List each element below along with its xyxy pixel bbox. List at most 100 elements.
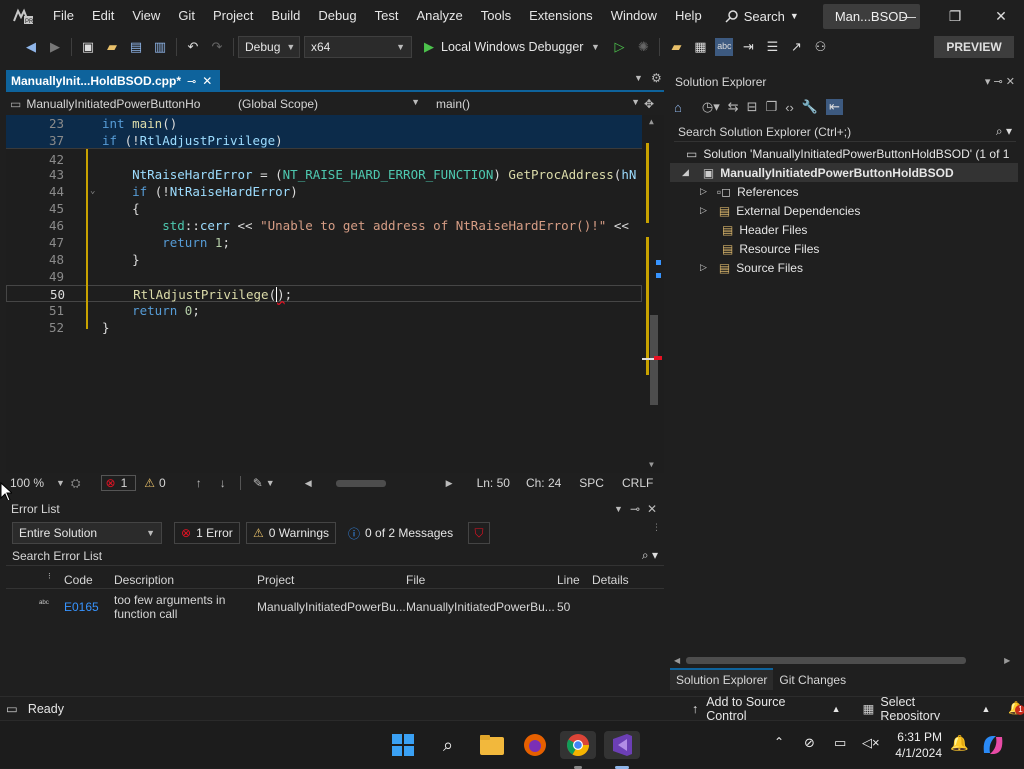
project-scope-dropdown[interactable]: ▭ ManuallyInitiatedPowerButtonHo — [6, 97, 210, 111]
gear-icon[interactable]: ⚙ — [651, 71, 662, 85]
code-line[interactable]: 48 } — [6, 251, 642, 268]
filter-button[interactable]: ⛉ — [468, 522, 490, 544]
start-debug-icon[interactable]: ▶ — [420, 38, 438, 56]
menu-analyze[interactable]: Analyze — [407, 0, 471, 32]
tree-solution-node[interactable]: ▭ Solution 'ManuallyInitiatedPowerButton… — [670, 144, 1018, 163]
collapsed-arrow-icon[interactable]: ▷ — [700, 262, 707, 273]
health-icon[interactable]: ⛭ — [71, 476, 81, 491]
menu-edit[interactable]: Edit — [83, 0, 123, 32]
scroll-left-icon[interactable]: ◀ — [674, 656, 680, 665]
error-code-link[interactable]: E0165 — [64, 600, 99, 614]
scroll-right-icon[interactable]: ▶ — [1004, 656, 1010, 665]
display-icon[interactable]: ▭ — [834, 735, 846, 751]
visual-studio-button[interactable] — [604, 731, 640, 759]
debugger-target-button[interactable]: Local Windows Debugger — [441, 40, 583, 54]
tree-item-resource-files[interactable]: ▤ Resource Files — [670, 239, 1018, 258]
menu-build[interactable]: Build — [262, 0, 309, 32]
column-file[interactable]: File — [406, 573, 425, 587]
save-icon[interactable]: ▤ — [127, 38, 145, 56]
close-tab-icon[interactable]: ✕ — [202, 74, 212, 88]
pin-icon[interactable]: ⊸ — [187, 75, 196, 88]
error-search-input[interactable]: Search Error List ⌕ ▾ — [6, 546, 664, 566]
menu-window[interactable]: Window — [602, 0, 666, 32]
tree-item-source-files[interactable]: ▷ ▤ Source Files — [670, 258, 1018, 277]
chevron-down-icon[interactable]: ▼ — [56, 478, 65, 488]
sticky-scroll-line[interactable]: 23 int main() — [6, 115, 642, 132]
menu-help[interactable]: Help — [666, 0, 711, 32]
clock-button[interactable]: 6:31 PM 4/1/2024 — [892, 729, 942, 761]
line-ending-indicator[interactable]: CRLF — [622, 476, 653, 490]
open-folder-icon[interactable]: ▰ — [103, 38, 121, 56]
chevron-up-icon[interactable]: ▲ — [832, 704, 841, 714]
configuration-select[interactable]: Debug ▼ — [238, 36, 300, 58]
arrow-down-icon[interactable]: ↓ — [220, 476, 226, 490]
wrench-icon[interactable]: 🔧 — [802, 99, 818, 115]
errors-filter-button[interactable]: ⊗ 1 Error — [174, 522, 240, 544]
menu-extensions[interactable]: Extensions — [520, 0, 602, 32]
global-search-button[interactable]: Search ▼ — [725, 9, 799, 24]
scroll-thumb[interactable] — [686, 656, 967, 664]
menu-tools[interactable]: Tools — [472, 0, 520, 32]
menu-git[interactable]: Git — [169, 0, 204, 32]
error-row[interactable]: ᵃᵇᶜ E0165 too few arguments in function … — [6, 592, 664, 622]
solution-folder-icon[interactable]: ▰ — [667, 38, 685, 56]
copilot-taskbar-button[interactable] — [980, 733, 1006, 757]
menu-project[interactable]: Project — [204, 0, 262, 32]
search-taskbar-button[interactable]: ⌕ — [434, 731, 462, 759]
column-project[interactable]: Project — [257, 573, 294, 587]
tree-project-node[interactable]: ◢ ▣ ManuallyInitiatedPowerButtonHoldBSOD — [670, 163, 1018, 182]
select-repository-button[interactable]: Select Repository — [880, 695, 975, 723]
history-icon[interactable]: ◷▾ — [702, 99, 720, 115]
hot-reload-icon[interactable]: ✺ — [634, 38, 652, 56]
firefox-button[interactable] — [521, 731, 549, 759]
close-icon[interactable]: ✕ — [647, 502, 657, 516]
whitespace-indicator[interactable]: SPC — [579, 476, 604, 490]
solution-search-input[interactable]: Search Solution Explorer (Ctrl+;) ⌕ ▾ — [674, 122, 1016, 142]
menu-test[interactable]: Test — [366, 0, 408, 32]
pin-icon[interactable]: ⊸ — [630, 502, 640, 516]
warning-icon[interactable]: ⚠ — [144, 476, 155, 490]
warnings-filter-button[interactable]: ⚠ 0 Warnings — [246, 522, 337, 544]
panel-dropdown-icon[interactable]: ▾ — [985, 76, 991, 88]
zoom-level[interactable]: 100 % — [6, 476, 56, 490]
column-description[interactable]: Description — [114, 573, 174, 587]
code-line[interactable]: 44 ⌄ if (!NtRaiseHardError) — [6, 183, 642, 200]
column-indicator[interactable]: Ch: 24 — [526, 476, 561, 490]
network-off-icon[interactable]: ⊘ — [804, 735, 815, 751]
tree-item-header-files[interactable]: ▤ Header Files — [670, 220, 1018, 239]
code-line[interactable]: 43 NtRaiseHardError = (NT_RAISE_HARD_ERR… — [6, 166, 642, 183]
comment-icon[interactable]: ☰ — [763, 38, 781, 56]
code-editor[interactable]: 23 int main() 37 if (!RtlAdjustPrivilege… — [6, 115, 664, 473]
collapsed-arrow-icon[interactable]: ▷ — [700, 186, 707, 197]
copilot-icon[interactable]: ⚇ — [811, 38, 829, 56]
preview-selected-icon[interactable]: ⇤ — [826, 99, 843, 115]
start-button[interactable] — [389, 731, 417, 759]
solution-horizontal-scrollbar[interactable]: ◀ ▶ — [674, 654, 1016, 666]
add-to-source-control-button[interactable]: Add to Source Control — [706, 695, 825, 723]
code-view-icon[interactable]: ‹› — [785, 100, 794, 115]
panel-dropdown-icon[interactable]: ▼ — [614, 504, 623, 514]
sticky-scroll-line[interactable]: 37 if (!RtlAdjustPrivilege) — [6, 132, 642, 149]
code-line[interactable]: 51 return 0; — [6, 302, 642, 319]
volume-icon[interactable]: ◁× — [862, 735, 880, 751]
chevron-up-icon[interactable]: ▲ — [982, 704, 991, 714]
tree-item-external-dependencies[interactable]: ▷ ▤ External Dependencies — [670, 201, 1018, 220]
spellcheck-icon[interactable]: ᵃᵇᶜ — [715, 38, 734, 56]
file-explorer-button[interactable] — [478, 731, 506, 759]
scroll-up-icon[interactable]: ▲ — [649, 117, 654, 126]
tree-item-references[interactable]: ▷ ▫◻ References — [670, 182, 1018, 201]
scroll-left-icon[interactable]: ◀ — [305, 478, 312, 489]
collapse-icon[interactable]: ⌄ — [90, 183, 95, 200]
code-line[interactable]: 47 return 1; — [6, 234, 642, 251]
tab-git-changes[interactable]: Git Changes — [773, 670, 852, 690]
horizontal-scroll-thumb[interactable] — [335, 479, 386, 487]
chevron-down-icon[interactable]: ▼ — [266, 478, 275, 488]
back-icon[interactable]: ◀ — [22, 38, 40, 56]
collapse-all-icon[interactable]: ⊟ — [747, 99, 758, 115]
preview-button[interactable]: PREVIEW — [934, 36, 1014, 58]
cleanup-icon[interactable]: ✎ — [253, 476, 263, 490]
copy-icon[interactable]: ❐ — [766, 99, 778, 115]
redo-icon[interactable]: ↷ — [208, 38, 226, 56]
code-line[interactable]: 52} — [6, 319, 642, 336]
new-project-icon[interactable]: ▣ — [79, 38, 97, 56]
